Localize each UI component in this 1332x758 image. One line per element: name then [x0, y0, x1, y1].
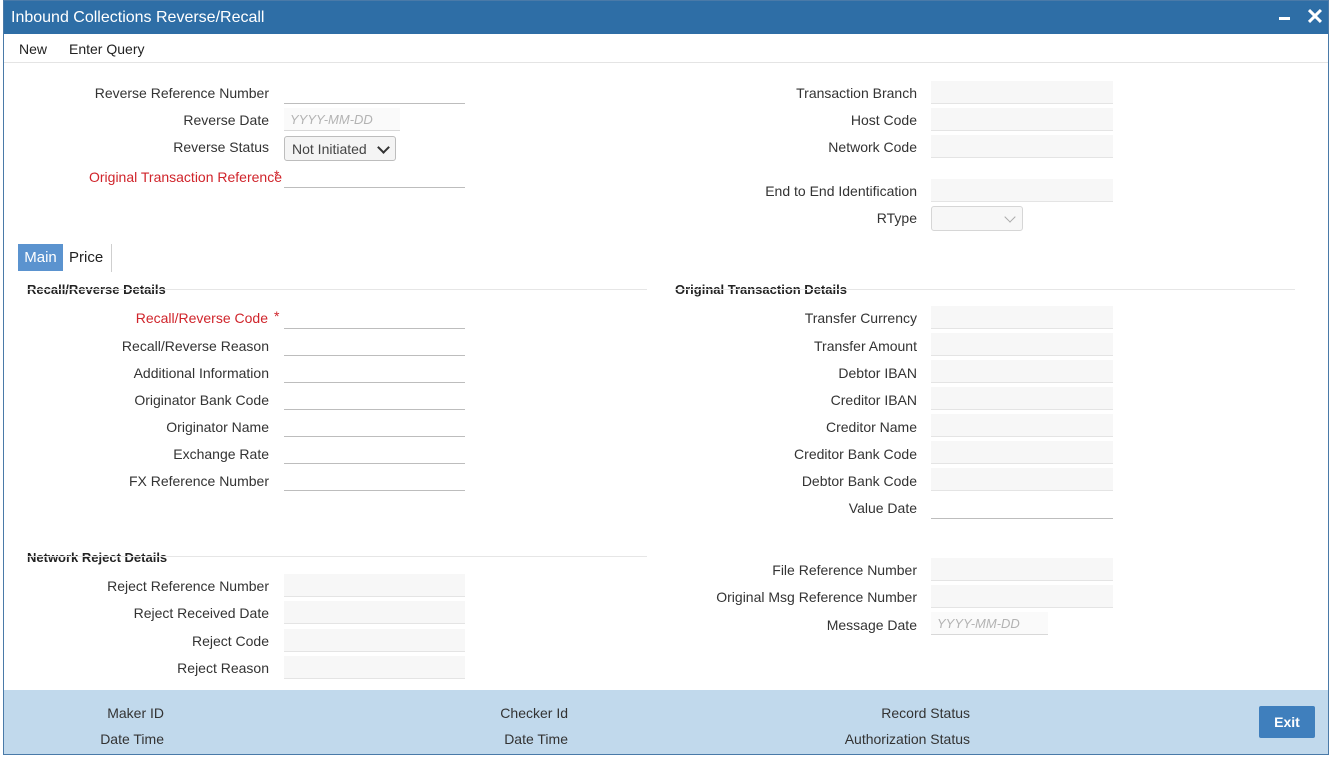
- recall-reverse-reason-label: Recall/Reverse Reason: [121, 338, 269, 354]
- recall-reverse-code-label: Recall/Reverse Code: [135, 310, 268, 326]
- debtor-iban-input[interactable]: [931, 360, 1113, 383]
- original-transaction-reference-input[interactable]: [284, 165, 465, 188]
- authorization-status-label: Authorization Status: [844, 731, 970, 747]
- original-transaction-reference-label: Original Transaction Reference: [89, 169, 282, 185]
- reject-code-input[interactable]: [284, 629, 465, 652]
- network-reject-details-heading: Network Reject Details: [27, 550, 168, 565]
- reject-reason-label: Reject Reason: [177, 660, 269, 676]
- menu-new[interactable]: New: [19, 41, 47, 57]
- network-code-input[interactable]: [931, 135, 1113, 158]
- required-asterisk-icon: *: [274, 308, 280, 324]
- host-code-label: Host Code: [850, 112, 917, 128]
- reject-reference-number-label: Reject Reference Number: [107, 578, 269, 594]
- minimize-icon[interactable]: [1273, 4, 1299, 30]
- value-date-input[interactable]: [931, 496, 1113, 519]
- transaction-branch-input[interactable]: [931, 81, 1113, 104]
- rtype-select[interactable]: [931, 206, 1023, 231]
- debtor-bank-code-label: Debtor Bank Code: [801, 473, 917, 489]
- tab-divider: [111, 244, 112, 272]
- required-asterisk-icon: *: [274, 167, 280, 183]
- debtor-bank-code-input[interactable]: [931, 468, 1113, 491]
- creditor-name-input[interactable]: [931, 414, 1113, 437]
- reject-received-date-label: Reject Received Date: [133, 605, 269, 621]
- end-to-end-identification-label: End to End Identification: [765, 183, 917, 199]
- exit-button[interactable]: Exit: [1259, 706, 1315, 738]
- originator-bank-code-label: Originator Bank Code: [134, 392, 269, 408]
- transfer-currency-input[interactable]: [931, 306, 1113, 329]
- maker-id-label: Maker ID: [107, 705, 164, 721]
- fx-reference-number-input[interactable]: [284, 468, 465, 491]
- originator-bank-code-input[interactable]: [284, 387, 465, 410]
- reject-reference-number-input[interactable]: [284, 574, 465, 597]
- transaction-branch-label: Transaction Branch: [796, 85, 917, 101]
- reverse-status-value: Not Initiated: [292, 141, 367, 157]
- message-date-label: Message Date: [826, 617, 917, 633]
- recall-reverse-reason-input[interactable]: [284, 333, 465, 356]
- creditor-name-label: Creditor Name: [825, 419, 917, 435]
- close-icon[interactable]: ✕: [1302, 4, 1328, 30]
- section-divider: [27, 556, 647, 557]
- end-to-end-identification-input[interactable]: [931, 179, 1113, 202]
- menu-enter-query[interactable]: Enter Query: [69, 41, 144, 57]
- reverse-status-select[interactable]: Not Initiated: [284, 136, 396, 161]
- fx-reference-number-label: FX Reference Number: [128, 473, 269, 489]
- creditor-iban-input[interactable]: [931, 387, 1113, 410]
- creditor-iban-label: Creditor IBAN: [830, 392, 917, 408]
- checker-id-label: Checker Id: [500, 705, 568, 721]
- original-msg-reference-number-label: Original Msg Reference Number: [716, 589, 917, 605]
- value-date-label: Value Date: [848, 500, 917, 516]
- originator-name-label: Originator Name: [166, 419, 269, 435]
- title-bar: Inbound Collections Reverse/Recall ✕: [4, 1, 1328, 34]
- additional-information-label: Additional Information: [133, 365, 269, 381]
- maker-date-time-label: Date Time: [100, 731, 164, 747]
- reverse-date-input[interactable]: [284, 108, 400, 131]
- window-title: Inbound Collections Reverse/Recall: [11, 9, 265, 26]
- message-date-input[interactable]: [931, 612, 1048, 635]
- chevron-down-icon: [377, 141, 390, 154]
- reject-reason-input[interactable]: [284, 656, 465, 679]
- tab-price[interactable]: Price: [69, 244, 103, 271]
- file-reference-number-label: File Reference Number: [772, 562, 917, 578]
- reject-code-label: Reject Code: [191, 633, 269, 649]
- section-divider: [675, 289, 1295, 290]
- tab-main[interactable]: Main: [18, 244, 63, 271]
- creditor-bank-code-label: Creditor Bank Code: [794, 446, 917, 462]
- file-reference-number-input[interactable]: [931, 558, 1113, 581]
- record-status-label: Record Status: [881, 705, 970, 721]
- network-code-label: Network Code: [828, 139, 917, 155]
- app-window: Inbound Collections Reverse/Recall ✕ New…: [3, 0, 1329, 755]
- original-msg-reference-number-input[interactable]: [931, 585, 1113, 608]
- transfer-amount-input[interactable]: [931, 333, 1113, 356]
- transfer-currency-label: Transfer Currency: [804, 310, 917, 326]
- recall-reverse-code-input[interactable]: [284, 306, 465, 329]
- menu-bar: New Enter Query: [4, 34, 1328, 63]
- rtype-label: RType: [876, 210, 917, 226]
- checker-date-time-label: Date Time: [504, 731, 568, 747]
- debtor-iban-label: Debtor IBAN: [838, 365, 917, 381]
- additional-information-input[interactable]: [284, 360, 465, 383]
- audit-footer: [4, 690, 1328, 754]
- reverse-reference-number-label: Reverse Reference Number: [94, 85, 269, 101]
- reject-received-date-input[interactable]: [284, 601, 465, 624]
- exchange-rate-input[interactable]: [284, 441, 465, 464]
- reverse-date-label: Reverse Date: [183, 112, 269, 128]
- chevron-down-icon: [1004, 211, 1016, 223]
- reverse-status-label: Reverse Status: [173, 139, 269, 155]
- exchange-rate-label: Exchange Rate: [173, 446, 269, 462]
- reverse-reference-number-input[interactable]: [284, 81, 465, 104]
- originator-name-input[interactable]: [284, 414, 465, 437]
- creditor-bank-code-input[interactable]: [931, 441, 1113, 464]
- section-divider: [27, 289, 647, 290]
- host-code-input[interactable]: [931, 108, 1113, 131]
- transfer-amount-label: Transfer Amount: [814, 338, 917, 354]
